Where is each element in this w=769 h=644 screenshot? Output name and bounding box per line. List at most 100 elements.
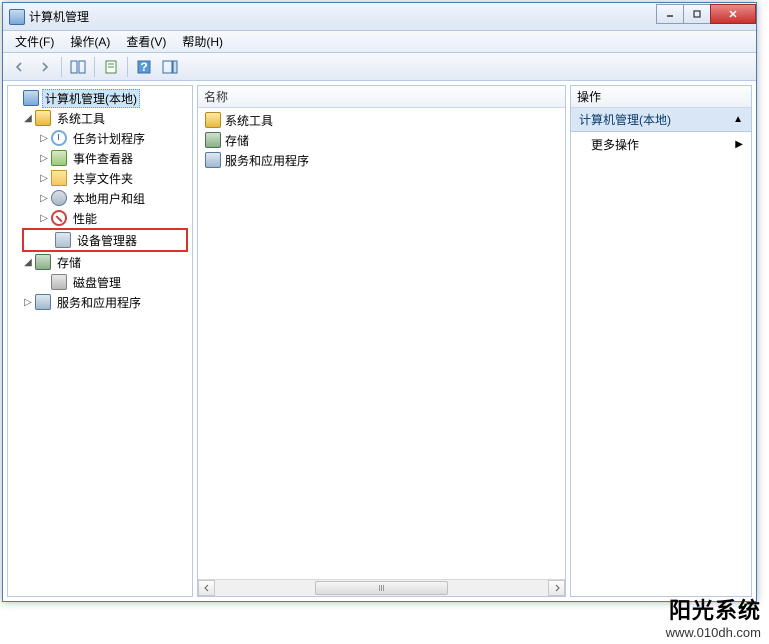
actions-header: 操作 [571, 86, 751, 108]
scroll-thumb[interactable] [315, 581, 448, 595]
app-icon [9, 9, 25, 25]
toolbar-separator [61, 57, 62, 77]
watermark: 阳光系统 www.010dh.com [666, 593, 761, 640]
tree-label: 存储 [54, 253, 84, 272]
tree-system-tools[interactable]: ◢ 系统工具 [8, 108, 192, 128]
help-button[interactable]: ? [132, 55, 156, 79]
expand-icon [10, 92, 22, 104]
tools-icon [35, 110, 51, 126]
maximize-button[interactable] [683, 4, 711, 24]
tree-device-manager[interactable]: 设备管理器 [24, 230, 186, 250]
tree-storage[interactable]: ◢ 存储 [8, 252, 192, 272]
scroll-track[interactable] [215, 580, 548, 596]
menu-action[interactable]: 操作(A) [62, 31, 118, 52]
scroll-left-button[interactable] [198, 580, 215, 596]
scroll-right-button[interactable] [548, 580, 565, 596]
column-name: 名称 [204, 88, 228, 105]
tree-label: 共享文件夹 [70, 169, 136, 188]
expand-icon[interactable]: ▷ [38, 132, 50, 144]
list-item-system-tools[interactable]: 系统工具 [198, 110, 565, 130]
window-title: 计算机管理 [29, 8, 657, 25]
menubar: 文件(F) 操作(A) 查看(V) 帮助(H) [3, 31, 756, 53]
show-hide-tree-button[interactable] [66, 55, 90, 79]
users-icon [51, 190, 67, 206]
expand-icon[interactable]: ▷ [38, 152, 50, 164]
service-icon [35, 294, 51, 310]
tree-label: 本地用户和组 [70, 189, 148, 208]
computer-icon [23, 90, 39, 106]
close-button[interactable] [710, 4, 756, 24]
collapse-icon[interactable]: ◢ [22, 256, 34, 268]
tree-shared-folders[interactable]: ▷ 共享文件夹 [8, 168, 192, 188]
menu-file[interactable]: 文件(F) [7, 31, 62, 52]
device-icon [55, 232, 71, 248]
list-label: 系统工具 [225, 112, 273, 129]
column-header[interactable]: 名称 [198, 86, 565, 108]
expand-icon[interactable]: ▷ [22, 296, 34, 308]
expand-icon[interactable]: ▷ [38, 212, 50, 224]
storage-icon [205, 132, 221, 148]
window-buttons [657, 4, 756, 24]
tools-icon [205, 112, 221, 128]
menu-view[interactable]: 查看(V) [118, 31, 174, 52]
tree-label: 磁盘管理 [70, 273, 124, 292]
list-item-storage[interactable]: 存储 [198, 130, 565, 150]
folder-icon [51, 170, 67, 186]
highlight-box: 设备管理器 [22, 228, 188, 252]
minimize-button[interactable] [656, 4, 684, 24]
properties-button[interactable] [99, 55, 123, 79]
menu-help[interactable]: 帮助(H) [174, 31, 231, 52]
tree-label: 服务和应用程序 [54, 293, 144, 312]
disk-icon [51, 274, 67, 290]
collapse-icon[interactable]: ◢ [22, 112, 34, 124]
titlebar[interactable]: 计算机管理 [3, 3, 756, 31]
horizontal-scrollbar[interactable] [198, 579, 565, 596]
tree-local-users[interactable]: ▷ 本地用户和组 [8, 188, 192, 208]
event-icon [51, 150, 67, 166]
service-icon [205, 152, 221, 168]
actions-title: 操作 [577, 88, 601, 105]
tree-label: 系统工具 [54, 109, 108, 128]
storage-icon [35, 254, 51, 270]
toolbar-separator [94, 57, 95, 77]
tree-label: 任务计划程序 [70, 129, 148, 148]
clock-icon [51, 130, 67, 146]
forward-button[interactable] [33, 55, 57, 79]
tree-label: 设备管理器 [74, 231, 140, 250]
performance-icon [51, 210, 67, 226]
window: 计算机管理 文件(F) 操作(A) 查看(V) 帮助(H) ? 计算 [2, 2, 757, 602]
tree-panel: 计算机管理(本地) ◢ 系统工具 ▷ 任务计划程序 ▷ 事件查看器 [7, 85, 193, 597]
actions-panel: 操作 计算机管理(本地) ▲ 更多操作 ▶ [570, 85, 752, 597]
tree-task-scheduler[interactable]: ▷ 任务计划程序 [8, 128, 192, 148]
toolbar-separator [127, 57, 128, 77]
action-more[interactable]: 更多操作 ▶ [571, 132, 751, 157]
tree-event-viewer[interactable]: ▷ 事件查看器 [8, 148, 192, 168]
item-list[interactable]: 系统工具 存储 服务和应用程序 [198, 108, 565, 579]
tree-label: 性能 [70, 209, 100, 228]
tree-label: 事件查看器 [70, 149, 136, 168]
tree-disk-management[interactable]: 磁盘管理 [8, 272, 192, 292]
list-item-services-apps[interactable]: 服务和应用程序 [198, 150, 565, 170]
collapse-arrow-icon: ▲ [733, 114, 743, 125]
action-label: 更多操作 [591, 136, 639, 153]
list-panel: 名称 系统工具 存储 服务和应用程序 [197, 85, 566, 597]
toolbar: ? [3, 53, 756, 81]
svg-text:?: ? [140, 60, 147, 74]
watermark-url: www.010dh.com [666, 625, 761, 640]
tree-performance[interactable]: ▷ 性能 [8, 208, 192, 228]
tree-services-apps[interactable]: ▷ 服务和应用程序 [8, 292, 192, 312]
navigation-tree[interactable]: 计算机管理(本地) ◢ 系统工具 ▷ 任务计划程序 ▷ 事件查看器 [8, 86, 192, 596]
action-group-label: 计算机管理(本地) [579, 111, 671, 128]
expand-icon[interactable]: ▷ [38, 192, 50, 204]
tree-label: 计算机管理(本地) [42, 89, 140, 108]
tree-root[interactable]: 计算机管理(本地) [8, 88, 192, 108]
show-action-pane-button[interactable] [158, 55, 182, 79]
watermark-brand: 阳光系统 [666, 593, 761, 625]
back-button[interactable] [7, 55, 31, 79]
content-area: 计算机管理(本地) ◢ 系统工具 ▷ 任务计划程序 ▷ 事件查看器 [3, 81, 756, 601]
submenu-arrow-icon: ▶ [735, 139, 743, 150]
expand-icon[interactable]: ▷ [38, 172, 50, 184]
list-label: 存储 [225, 132, 249, 149]
list-label: 服务和应用程序 [225, 152, 309, 169]
action-group-header[interactable]: 计算机管理(本地) ▲ [571, 108, 751, 132]
